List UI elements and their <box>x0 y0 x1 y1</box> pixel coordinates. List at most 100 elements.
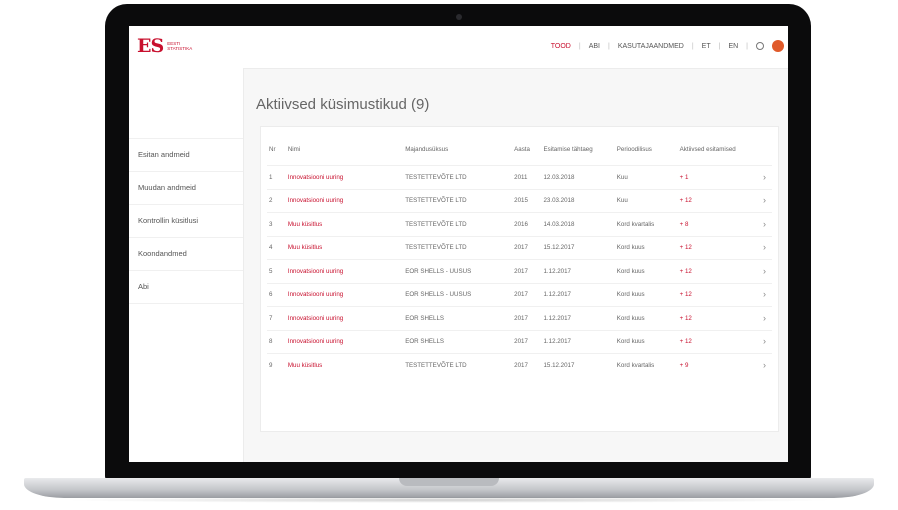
table-row[interactable]: 8 Innovatsiooni uuring EOR SHELLS 2017 1… <box>267 329 772 354</box>
chevron-right-icon[interactable]: › <box>746 353 772 377</box>
table-row[interactable]: 7 Innovatsiooni uuring EOR SHELLS 2017 1… <box>267 306 772 330</box>
cell-year: 2017 <box>512 282 542 307</box>
chevron-right-icon[interactable]: › <box>746 259 772 283</box>
nav-item-et[interactable]: ET <box>702 43 711 50</box>
cell-deadline: 23.03.2018 <box>541 188 615 213</box>
cell-period: Kord kvartalis <box>614 212 678 236</box>
main-content: Aktiivsed küsimustikud (9) Nr Nimi Majan… <box>243 68 788 462</box>
table-row[interactable]: 4 Muu küsitlus TESTETTEVÕTE LTD 2017 15.… <box>267 235 772 260</box>
cell-deadline: 15.12.2017 <box>541 235 615 260</box>
col-unit[interactable]: Majandusüksus <box>403 135 512 166</box>
chevron-right-icon[interactable]: › <box>746 329 772 354</box>
lid-notch <box>399 478 499 486</box>
cell-period: Kord kuus <box>614 282 678 307</box>
nav-separator: | <box>718 42 721 50</box>
cell-year: 2017 <box>512 329 542 354</box>
chevron-right-icon[interactable]: › <box>746 212 772 236</box>
cell-nr: 6 <box>267 282 286 307</box>
cell-name-link[interactable]: Muu küsitlus <box>285 212 404 236</box>
table-header-row: Nr Nimi Majandusüksus Aasta Esitamise tä… <box>267 135 772 166</box>
col-year[interactable]: Aasta <box>512 135 541 166</box>
chevron-right-icon[interactable]: › <box>746 165 772 189</box>
questionnaire-card: Nr Nimi Majandusüksus Aasta Esitamise tä… <box>260 126 779 432</box>
cell-nr: 8 <box>267 329 286 354</box>
cell-year: 2015 <box>512 188 542 213</box>
nav-item-abi[interactable]: ABI <box>589 43 600 50</box>
cell-period: Kord kuus <box>614 235 678 260</box>
sidebar-item-abi[interactable]: Abi <box>129 271 243 304</box>
nav-separator: | <box>608 42 610 50</box>
cell-name-link[interactable]: Innovatsiooni uuring <box>285 282 404 307</box>
search-icon[interactable] <box>756 42 764 50</box>
cell-active[interactable]: + 1 <box>677 165 747 189</box>
table-row[interactable]: 2 Innovatsiooni uuring TESTETTEVÕTE LTD … <box>267 188 772 213</box>
chevron-right-icon[interactable]: › <box>746 188 772 213</box>
col-name[interactable]: Nimi <box>286 135 403 166</box>
page-title: Aktiivsed küsimustikud (9) <box>256 96 430 113</box>
chevron-right-icon[interactable]: › <box>746 282 772 307</box>
cell-year: 2011 <box>512 165 542 189</box>
nav-item-tood[interactable]: TOOD <box>551 43 571 50</box>
col-nr[interactable]: Nr <box>267 135 286 166</box>
logo[interactable]: ES EESTI STATISTIKA <box>137 35 201 57</box>
cell-name-link[interactable]: Innovatsiooni uuring <box>285 306 404 330</box>
col-active[interactable]: Aktiivsed esitamised <box>678 135 747 166</box>
cell-name-link[interactable]: Innovatsiooni uuring <box>285 329 404 354</box>
cell-active[interactable]: + 12 <box>677 282 747 307</box>
table-row[interactable]: 6 Innovatsiooni uuring EOR SHELLS - UUSU… <box>267 282 772 307</box>
cell-unit: EOR SHELLS <box>403 306 513 330</box>
cell-year: 2017 <box>512 235 542 260</box>
cell-unit: TESTETTEVÕTE LTD <box>403 235 513 260</box>
cell-nr: 4 <box>267 235 286 260</box>
nav-separator: | <box>578 42 581 50</box>
cell-active[interactable]: + 12 <box>677 188 747 213</box>
cell-active[interactable]: + 12 <box>677 235 747 260</box>
cell-deadline: 12.03.2018 <box>541 165 615 189</box>
laptop-shadow <box>60 497 838 503</box>
cell-name-link[interactable]: Muu küsitlus <box>285 353 404 377</box>
cell-name-link[interactable]: Innovatsiooni uuring <box>285 165 404 189</box>
sidebar-item-esitan[interactable]: Esitan andmeid <box>129 138 243 172</box>
cell-unit: TESTETTEVÕTE LTD <box>403 165 513 189</box>
table-row[interactable]: 9 Muu küsitlus TESTETTEVÕTE LTD 2017 15.… <box>267 353 772 377</box>
cell-name-link[interactable]: Innovatsiooni uuring <box>285 259 404 283</box>
cell-active[interactable]: + 12 <box>677 329 747 354</box>
cell-nr: 1 <box>267 165 286 189</box>
cell-active[interactable]: + 8 <box>677 212 747 236</box>
sidebar-item-muudan[interactable]: Muudan andmeid <box>129 172 243 205</box>
cell-deadline: 14.03.2018 <box>541 212 615 236</box>
cell-deadline: 15.12.2017 <box>541 353 615 377</box>
cell-unit: TESTETTEVÕTE LTD <box>403 188 513 213</box>
avatar[interactable] <box>772 40 784 52</box>
cell-period: Kuu <box>614 165 678 189</box>
col-period[interactable]: Perioodilisus <box>615 135 678 166</box>
table-row[interactable]: 3 Muu küsitlus TESTETTEVÕTE LTD 2016 14.… <box>267 212 772 236</box>
topbar: ES EESTI STATISTIKA TOOD | ABI | KASUTAJ… <box>129 26 788 69</box>
cell-period: Kord kvartalis <box>614 353 678 377</box>
sidebar-item-koondandmed[interactable]: Koondandmed <box>129 238 243 271</box>
cell-unit: TESTETTEVÕTE LTD <box>403 212 513 236</box>
cell-nr: 9 <box>267 353 286 377</box>
col-deadline[interactable]: Esitamise tähtaeg <box>541 135 614 166</box>
cell-year: 2017 <box>512 259 542 283</box>
cell-name-link[interactable]: Muu küsitlus <box>285 235 404 260</box>
table-row[interactable]: 5 Innovatsiooni uuring EOR SHELLS - UUSU… <box>267 259 772 283</box>
cell-active[interactable]: + 12 <box>677 306 747 330</box>
nav-item-kasutajaandmed[interactable]: KASUTAJAANDMED <box>618 43 684 50</box>
chevron-right-icon[interactable]: › <box>746 306 772 330</box>
cell-year: 2016 <box>512 212 542 236</box>
cell-period: Kord kuus <box>614 306 678 330</box>
cell-unit: EOR SHELLS - UUSUS <box>403 259 513 283</box>
cell-name-link[interactable]: Innovatsiooni uuring <box>285 188 404 213</box>
cell-unit: TESTETTEVÕTE LTD <box>403 353 513 377</box>
nav-item-en[interactable]: EN <box>728 43 738 50</box>
cell-nr: 7 <box>267 306 286 330</box>
cell-active[interactable]: + 12 <box>677 259 747 283</box>
chevron-right-icon[interactable]: › <box>746 235 772 260</box>
sidebar-item-kontrollin[interactable]: Kontrollin küsitlusi <box>129 205 243 238</box>
cell-deadline: 1.12.2017 <box>541 306 615 330</box>
cell-active[interactable]: + 9 <box>677 353 747 377</box>
questionnaire-table: Nr Nimi Majandusüksus Aasta Esitamise tä… <box>267 135 772 377</box>
table-row[interactable]: 1 Innovatsiooni uuring TESTETTEVÕTE LTD … <box>267 165 772 189</box>
sidebar: Esitan andmeid Muudan andmeid Kontrollin… <box>129 68 244 462</box>
